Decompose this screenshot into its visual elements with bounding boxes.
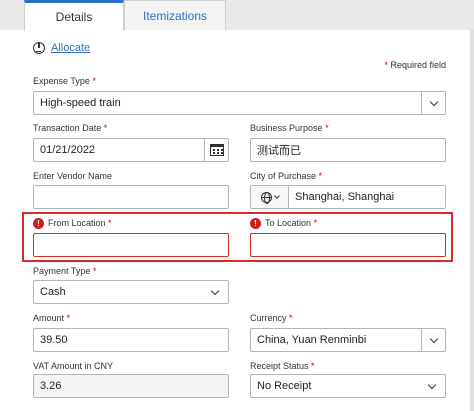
vendor-name-label: Enter Vendor Name [33,171,113,181]
amount-label: Amount * [33,313,71,323]
chevron-down-icon [273,193,280,199]
allocate-label: Allocate [51,42,91,54]
vat-amount-field: 3.26 [33,374,229,398]
business-purpose-label: Business Purpose * [250,123,329,133]
tab-bar: Details Itemizations [0,0,474,31]
chevron-down-icon[interactable] [421,92,445,114]
required-field-note: * Required field [384,60,446,70]
chevron-down-icon [210,286,220,296]
currency-label: Currency * [250,313,293,323]
from-location-label: ! From Location * [33,218,112,230]
transaction-date-label: Transaction Date * [33,123,108,133]
from-location-input[interactable] [33,233,229,257]
currency-select[interactable]: China, Yuan Renminbi [250,328,446,352]
payment-type-select[interactable]: Cash [33,280,229,304]
allocate-icon [33,42,45,54]
vat-amount-label: VAT Amount in CNY [33,361,114,371]
tab-itemizations[interactable]: Itemizations [124,0,226,30]
scrollbar[interactable] [470,30,474,411]
city-of-purchase-input[interactable]: Shanghai, Shanghai [250,185,446,209]
chevron-down-icon[interactable] [421,329,445,351]
tab-details[interactable]: Details [24,0,124,31]
to-location-label: ! To Location * [250,218,317,230]
receipt-status-label: Receipt Status * [250,361,315,371]
expense-type-select[interactable]: High-speed train [33,91,446,115]
location-type-dropdown[interactable] [251,186,289,208]
expense-type-label: Expense Type * [33,76,96,86]
transaction-date-input[interactable]: 01/21/2022 [33,138,229,162]
business-purpose-input[interactable]: 测试而已 [250,138,446,162]
globe-icon [260,191,272,204]
payment-type-label: Payment Type * [33,266,97,276]
error-icon: ! [33,218,44,230]
error-icon: ! [250,218,261,230]
amount-input[interactable]: 39.50 [33,328,229,352]
city-of-purchase-label: City of Purchase * [250,171,323,181]
chevron-down-icon [427,380,437,390]
receipt-status-select[interactable]: No Receipt [250,374,446,398]
to-location-input[interactable] [250,233,446,257]
calendar-icon[interactable] [204,139,228,161]
vendor-name-input[interactable] [33,185,229,209]
allocate-link[interactable]: Allocate [33,42,90,54]
